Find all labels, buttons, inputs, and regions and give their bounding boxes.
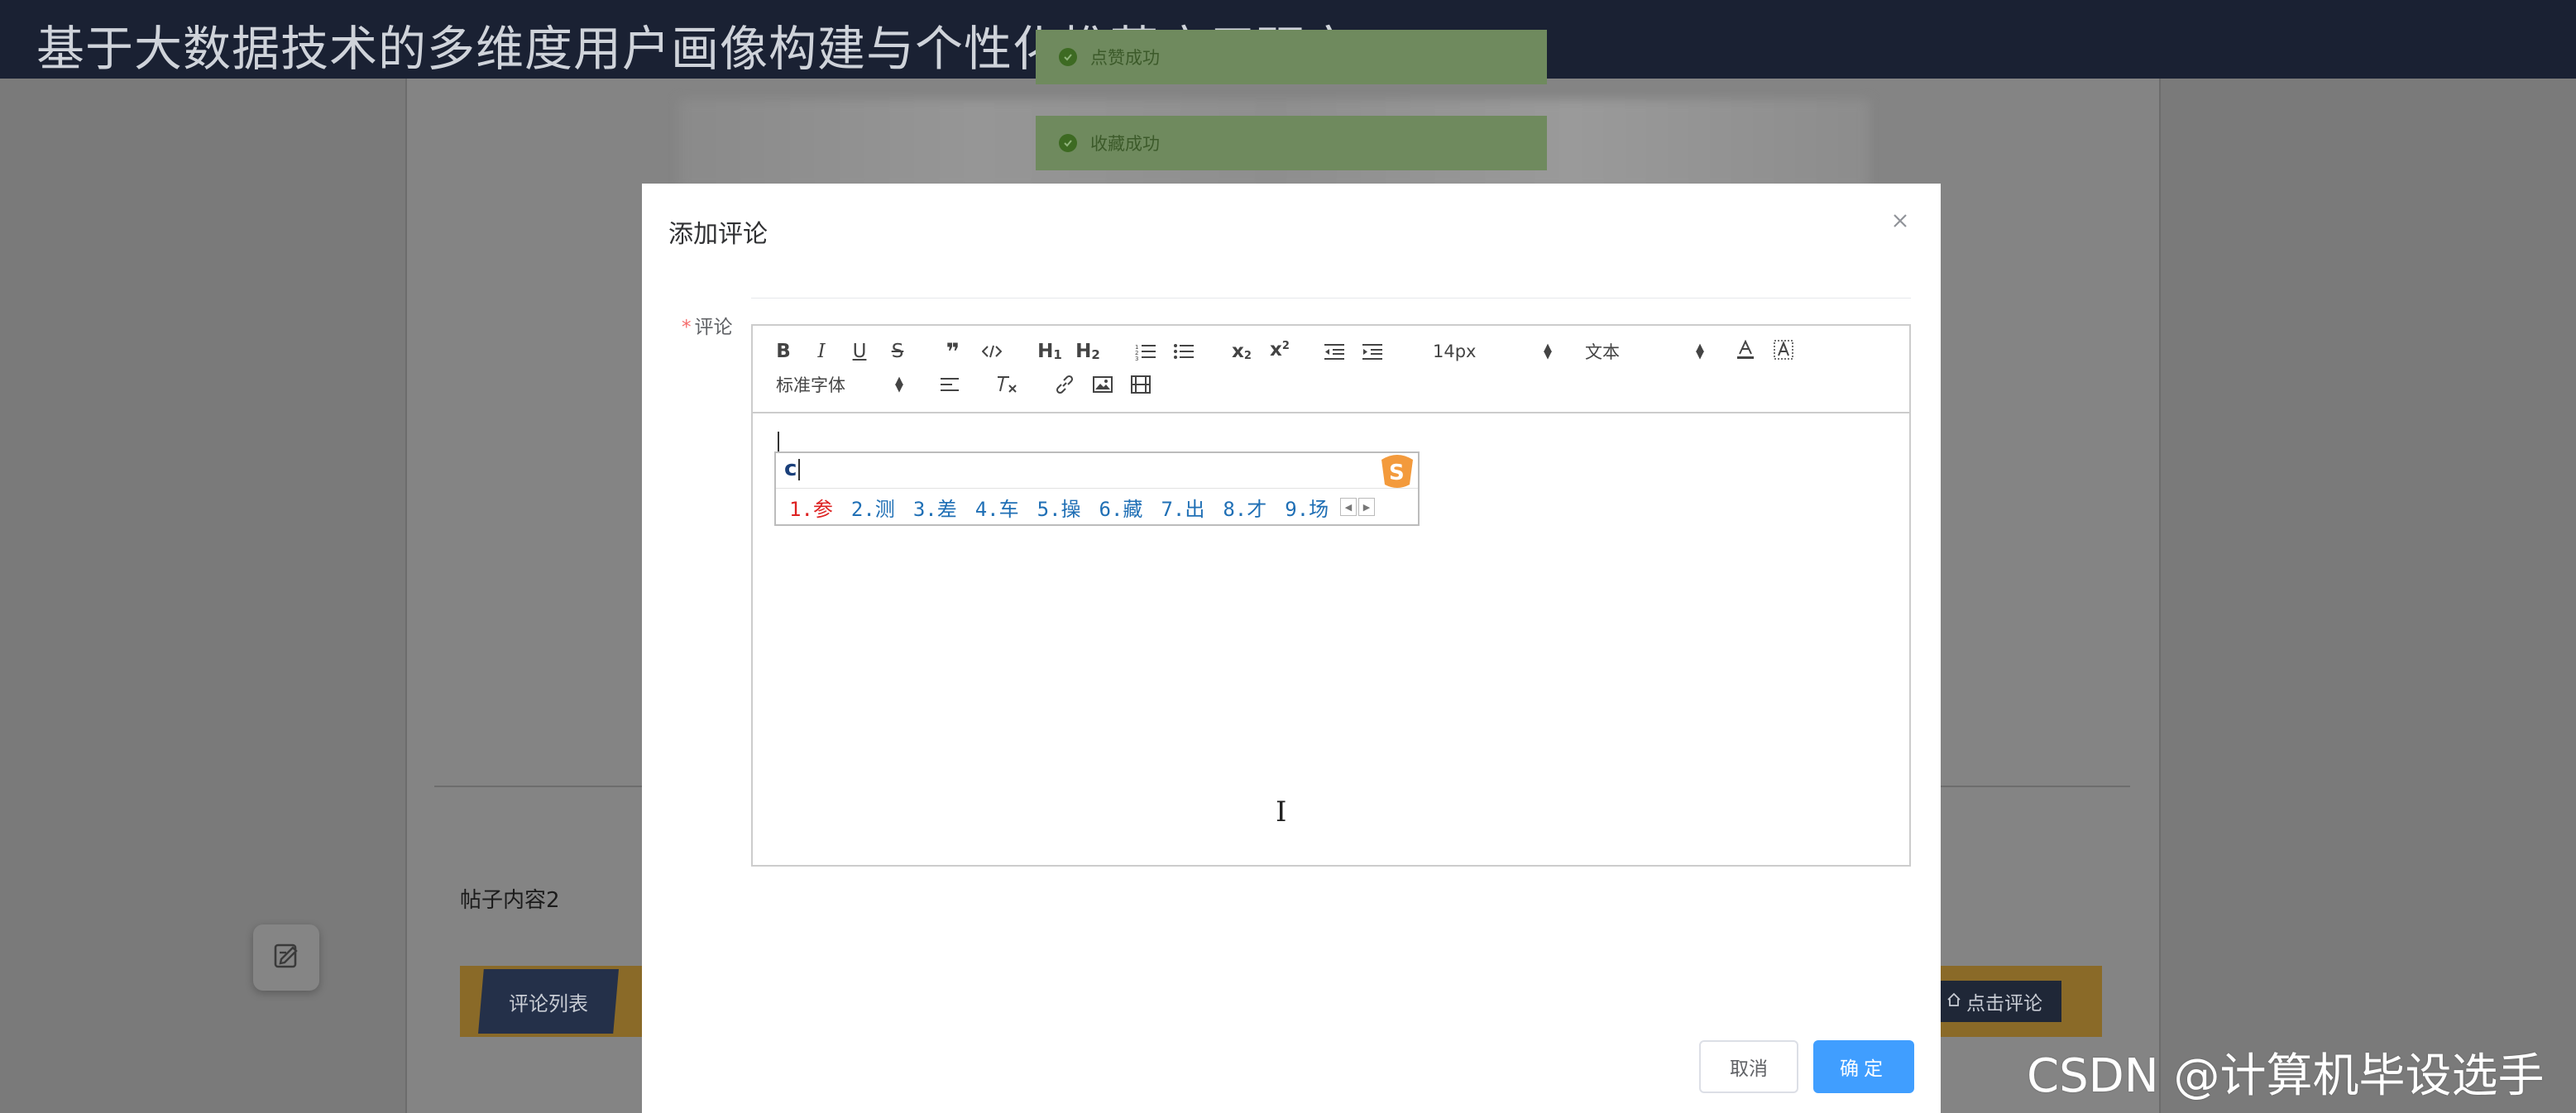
video-icon[interactable] xyxy=(1128,372,1153,397)
ime-candidate[interactable]: 1.参 xyxy=(789,493,833,522)
ime-composition: c xyxy=(784,456,801,481)
post-content: 帖子内容2 xyxy=(460,888,560,913)
toast-favorite-success: 收藏成功 xyxy=(1036,116,1547,170)
sogou-logo-icon: S xyxy=(1378,451,1416,490)
toast-like-success: 点赞成功 xyxy=(1036,30,1547,84)
field-divider xyxy=(751,298,1911,299)
floating-edit-button[interactable] xyxy=(253,924,319,991)
svg-text:S: S xyxy=(1389,461,1405,485)
ime-candidate[interactable]: 5.操 xyxy=(1037,493,1081,522)
comment-label: * 评论 xyxy=(682,317,733,338)
watermark: CSDN @计算机毕设选手 xyxy=(2027,1049,2545,1103)
font-family-select[interactable]: 标准字体 ▲ ▼ xyxy=(776,372,903,397)
clear-format-icon[interactable] xyxy=(993,372,1021,397)
font-size-select[interactable]: 14px ▲ ▼ xyxy=(1433,339,1552,364)
ime-candidate[interactable]: 9.场 xyxy=(1285,493,1329,522)
subscript-icon[interactable]: x2 xyxy=(1228,339,1256,364)
edit-icon xyxy=(271,941,301,974)
italic-icon[interactable]: I xyxy=(811,339,832,364)
ibeam-cursor-icon: I xyxy=(1276,795,1287,829)
text-color-icon[interactable] xyxy=(1734,337,1757,362)
tab-comment-list[interactable]: 评论列表 xyxy=(478,969,619,1034)
check-circle-icon xyxy=(1059,48,1077,66)
add-comment-dialog: 添加评论 * 评论 B I U S ❞ H1 H2 123 x2 x2 14px… xyxy=(642,184,1941,1113)
click-comment-label: 点击评论 xyxy=(1966,993,2042,1015)
toast-text: 点赞成功 xyxy=(1090,48,1160,68)
ime-pager: ◀ ▶ xyxy=(1340,498,1375,516)
ime-candidate[interactable]: 8.才 xyxy=(1223,493,1266,522)
dialog-title: 添加评论 xyxy=(668,220,768,249)
check-circle-icon xyxy=(1059,134,1077,152)
click-comment-button[interactable]: 点击评论 xyxy=(1927,981,2061,1022)
ime-candidates: 1.参 2.测 3.差 4.车 5.操 6.藏 7.出 8.才 9.场 xyxy=(789,493,1329,522)
align-left-icon[interactable] xyxy=(938,372,961,397)
strikethrough-icon[interactable]: S xyxy=(887,339,908,364)
ime-candidate[interactable]: 7.出 xyxy=(1161,493,1204,522)
code-block-icon[interactable] xyxy=(979,339,1004,364)
ime-candidate[interactable]: 3.差 xyxy=(913,493,957,522)
bold-icon[interactable]: B xyxy=(773,339,794,364)
svg-text:3: 3 xyxy=(1135,356,1138,361)
ime-candidate-window: c S 1.参 2.测 3.差 4.车 5.操 6.藏 7.出 8.才 9.场 xyxy=(774,451,1420,526)
superscript-icon[interactable]: x2 xyxy=(1266,337,1294,362)
ime-candidate[interactable]: 6.藏 xyxy=(1099,493,1143,522)
indent-icon[interactable] xyxy=(1360,339,1385,364)
bullet-list-icon[interactable] xyxy=(1171,339,1196,364)
underline-icon[interactable]: U xyxy=(849,339,870,364)
ime-next-page-icon[interactable]: ▶ xyxy=(1358,498,1375,516)
ime-candidate[interactable]: 2.测 xyxy=(851,493,895,522)
background-color-icon[interactable] xyxy=(1772,337,1795,362)
editor-content-area[interactable]: I c S 1.参 2.测 3.差 4.车 5.操 6.藏 7.出 8.才 9.… xyxy=(753,413,1909,865)
toast-text: 收藏成功 xyxy=(1090,134,1160,154)
blockquote-icon[interactable]: ❞ xyxy=(941,338,965,365)
outdent-icon[interactable] xyxy=(1322,339,1347,364)
link-icon[interactable] xyxy=(1052,372,1077,397)
text-caret xyxy=(778,432,779,451)
heading1-icon[interactable]: H1 xyxy=(1036,339,1064,364)
ime-prev-page-icon[interactable]: ◀ xyxy=(1340,498,1357,516)
cancel-button[interactable]: 取消 xyxy=(1699,1040,1798,1093)
image-icon[interactable] xyxy=(1090,372,1115,397)
header-select[interactable]: 文本 ▲ ▼ xyxy=(1585,339,1704,364)
editor-toolbar: B I U S ❞ H1 H2 123 x2 x2 14px ▲ ▼ 文本 ▲ … xyxy=(753,326,1909,413)
close-icon[interactable] xyxy=(1888,208,1913,233)
ordered-list-icon[interactable]: 123 xyxy=(1133,339,1158,364)
confirm-button[interactable]: 确定 xyxy=(1813,1040,1914,1093)
rich-text-editor: B I U S ❞ H1 H2 123 x2 x2 14px ▲ ▼ 文本 ▲ … xyxy=(751,324,1911,867)
ime-candidate[interactable]: 4.车 xyxy=(975,493,1019,522)
heading2-icon[interactable]: H2 xyxy=(1074,339,1102,364)
home-icon xyxy=(1946,991,1961,1012)
